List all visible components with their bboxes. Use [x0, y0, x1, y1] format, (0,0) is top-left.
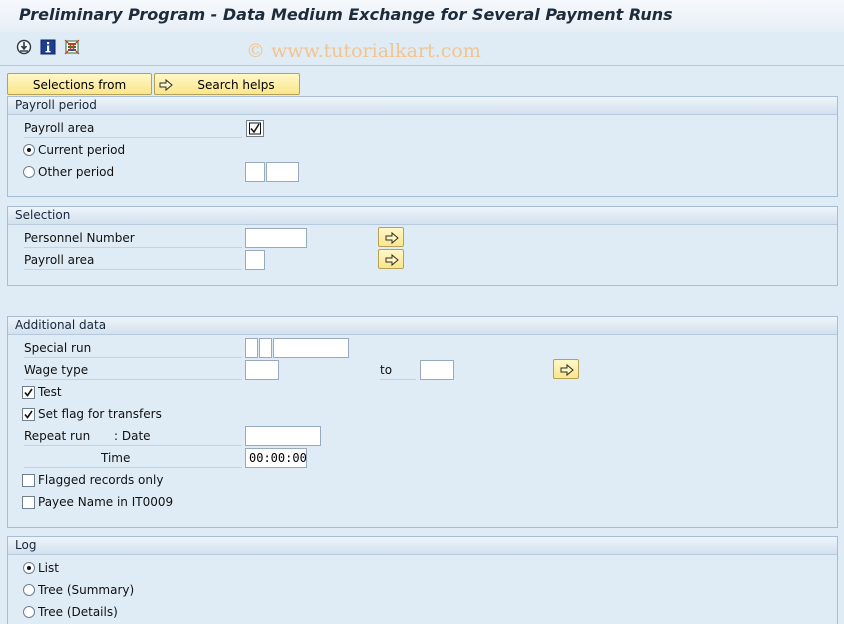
log-heading: Log — [8, 537, 837, 555]
test-label: Test — [38, 385, 62, 399]
set-flag-label: Set flag for transfers — [38, 407, 162, 421]
wage-type-from-input[interactable] — [245, 360, 279, 380]
repeat-run-time-row: Time — [24, 449, 242, 468]
selections-from-button[interactable]: Selections from — [7, 73, 152, 95]
special-run-label: Special run — [24, 339, 242, 358]
payroll-area-multiple-selection-button[interactable] — [378, 249, 404, 269]
wage-type-to-input[interactable] — [420, 360, 454, 380]
log-group: Log — [7, 536, 838, 624]
special-run-id-input[interactable] — [273, 338, 349, 358]
payroll-period-group: Payroll period — [7, 96, 838, 197]
other-period-year-input[interactable] — [266, 162, 299, 182]
search-helps-label: Search helps — [197, 78, 275, 92]
execute-icon[interactable] — [16, 39, 32, 55]
current-period-label: Current period — [38, 143, 126, 157]
additional-data-heading: Additional data — [8, 317, 837, 335]
selection-options-icon[interactable] — [64, 39, 80, 55]
search-helps-button[interactable]: Search helps — [154, 73, 300, 95]
watermark-text: © www.tutorialkart.com — [246, 40, 481, 62]
special-run-type-input[interactable] — [245, 338, 258, 358]
selection-payroll-area-input[interactable] — [245, 250, 265, 270]
payee-name-checkbox[interactable] — [22, 496, 35, 509]
title-bar: Preliminary Program - Data Medium Exchan… — [0, 0, 844, 32]
other-period-label: Other period — [38, 165, 115, 179]
personnel-number-label: Personnel Number — [24, 229, 242, 248]
payroll-area-label: Payroll area — [24, 119, 242, 138]
wage-type-multiple-selection-button[interactable] — [553, 359, 579, 379]
test-checkbox[interactable] — [22, 386, 35, 399]
payroll-period-heading: Payroll period — [8, 97, 837, 115]
toolbar-separator — [0, 65, 844, 66]
wage-type-label: Wage type — [24, 361, 242, 380]
log-tree-details-radio[interactable] — [23, 606, 35, 618]
repeat-run-time-input[interactable]: 00:00:00 — [245, 448, 307, 468]
payee-name-label: Payee Name in IT0009 — [38, 495, 174, 509]
selection-payroll-area-label: Payroll area — [24, 251, 242, 270]
other-period-period-input[interactable] — [245, 162, 265, 182]
wage-type-to-label: to — [380, 361, 416, 380]
current-period-radio[interactable] — [23, 144, 35, 156]
window-title: Preliminary Program - Data Medium Exchan… — [19, 5, 673, 24]
set-flag-checkbox[interactable] — [22, 408, 35, 421]
personnel-number-multiple-selection-button[interactable] — [378, 227, 404, 247]
log-tree-details-label: Tree (Details) — [38, 605, 118, 619]
special-run-period-input[interactable] — [259, 338, 272, 358]
repeat-run-label-row: Repeat run : Date — [24, 427, 242, 446]
repeat-run-date-label: : Date — [114, 429, 151, 443]
info-icon[interactable] — [40, 39, 56, 55]
other-period-radio[interactable] — [23, 166, 35, 178]
log-tree-summary-radio[interactable] — [23, 584, 35, 596]
log-list-radio[interactable] — [23, 562, 35, 574]
flagged-only-checkbox[interactable] — [22, 474, 35, 487]
personnel-number-input[interactable] — [245, 228, 307, 248]
repeat-run-date-input[interactable] — [245, 426, 321, 446]
selection-heading: Selection — [8, 207, 837, 225]
payroll-area-checkbox[interactable] — [246, 120, 264, 137]
log-list-label: List — [38, 561, 59, 575]
repeat-run-label: Repeat run — [24, 429, 91, 443]
selections-from-label: Selections from — [32, 78, 127, 92]
flagged-only-label: Flagged records only — [38, 473, 164, 487]
log-tree-summary-label: Tree (Summary) — [38, 583, 135, 597]
repeat-run-time-label: Time — [101, 451, 131, 465]
